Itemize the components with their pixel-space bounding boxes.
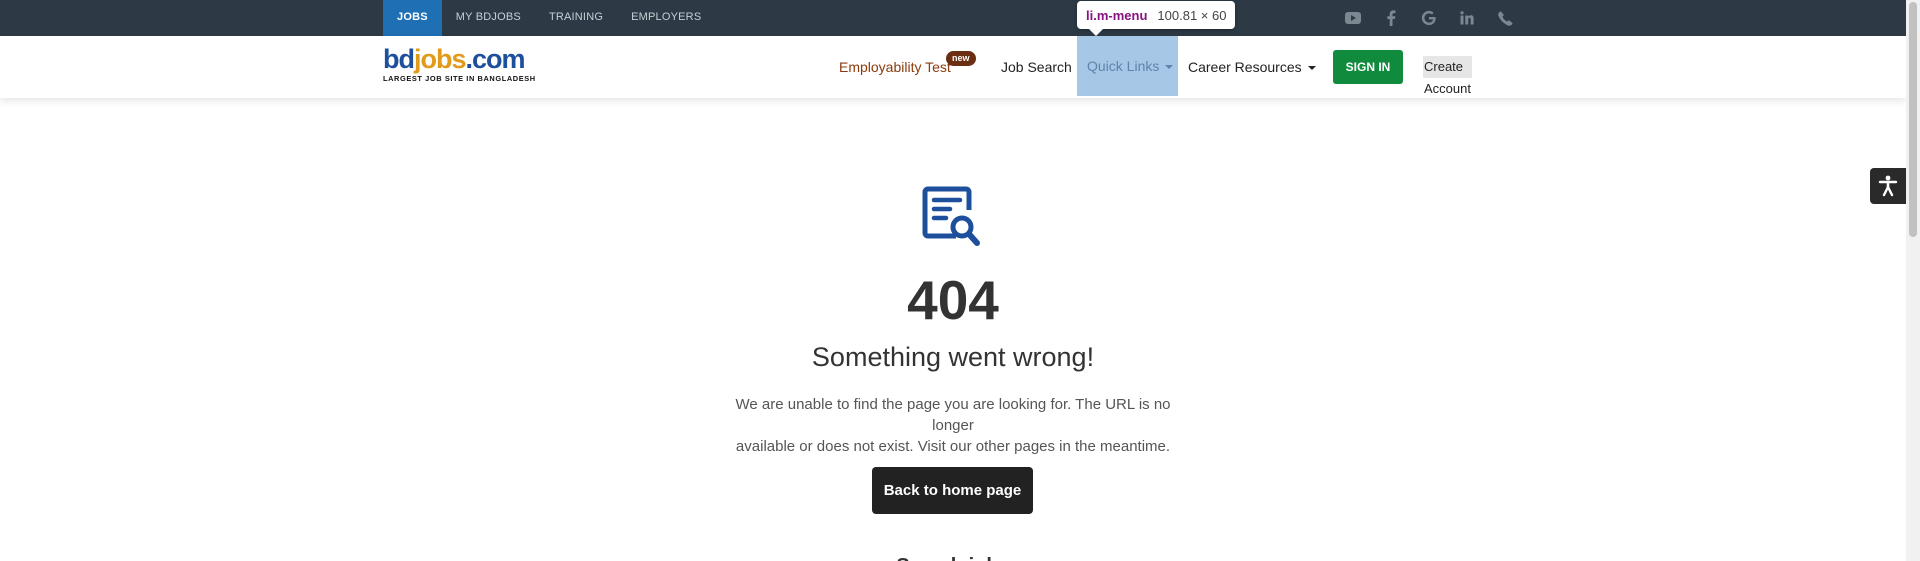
linkedin-icon[interactable] — [1457, 8, 1477, 28]
facebook-icon[interactable] — [1381, 8, 1401, 28]
logo-tagline: LARGEST JOB SITE IN BANGLADESH — [383, 74, 536, 83]
employability-test-link[interactable]: Employability Test — [839, 36, 951, 98]
error-code: 404 — [907, 269, 999, 331]
error-message-line-2: available or does not exist. Visit our o… — [735, 438, 1171, 455]
tab-employers[interactable]: EMPLOYERS — [617, 0, 715, 36]
main-nav: bdjobs.com LARGEST JOB SITE IN BANGLADES… — [0, 36, 1906, 98]
job-search-link[interactable]: Job Search — [1001, 36, 1072, 98]
chevron-down-icon — [1165, 65, 1174, 70]
google-icon[interactable] — [1419, 8, 1439, 28]
youtube-icon[interactable] — [1343, 8, 1363, 28]
back-to-home-button[interactable]: Back to home page — [872, 467, 1033, 514]
error-title: Something went wrong! — [811, 342, 1095, 372]
career-resources-label: Career Resources — [1188, 59, 1302, 75]
logo-wordmark: bdjobs.com — [383, 44, 526, 74]
phone-icon[interactable] — [1495, 8, 1515, 28]
search-jobs-heading: Search jobs — [0, 552, 1906, 561]
tab-training[interactable]: TRAINING — [535, 0, 617, 36]
quick-links-label: Quick Links — [1087, 58, 1160, 74]
document-search-icon — [922, 186, 982, 248]
error-message: We are unable to find the page you are l… — [720, 394, 1186, 457]
chevron-down-icon — [1307, 66, 1316, 71]
social-links — [1343, 0, 1515, 36]
new-badge: new — [946, 51, 976, 66]
tab-jobs[interactable]: JOBS — [383, 0, 442, 36]
vertical-scrollbar[interactable] — [1906, 0, 1920, 561]
bdjobs-logo[interactable]: bdjobs.com LARGEST JOB SITE IN BANGLADES… — [383, 46, 551, 88]
scrollbar-thumb[interactable] — [1909, 2, 1917, 237]
top-bar: JOBS MY BDJOBS TRAINING EMPLOYERS li.m-m… — [0, 0, 1906, 36]
accessibility-icon[interactable] — [1870, 168, 1906, 204]
tooltip-selector: li.m-menu — [1086, 7, 1148, 23]
sign-in-button[interactable]: SIGN IN — [1333, 50, 1403, 84]
create-account-link[interactable]: Create Account — [1423, 56, 1472, 96]
quick-links-menu[interactable]: Quick Links — [1077, 36, 1178, 96]
tooltip-dimensions: 100.81 × 60 — [1157, 7, 1227, 23]
career-resources-menu[interactable]: Career Resources — [1188, 36, 1316, 98]
tab-my-bdjobs[interactable]: MY BDJOBS — [442, 0, 535, 36]
top-nav: JOBS MY BDJOBS TRAINING EMPLOYERS — [383, 0, 715, 36]
devtools-inspect-tooltip: li.m-menu 100.81 × 60 — [1077, 1, 1236, 36]
error-message-line-1: We are unable to find the page you are l… — [735, 396, 1171, 434]
